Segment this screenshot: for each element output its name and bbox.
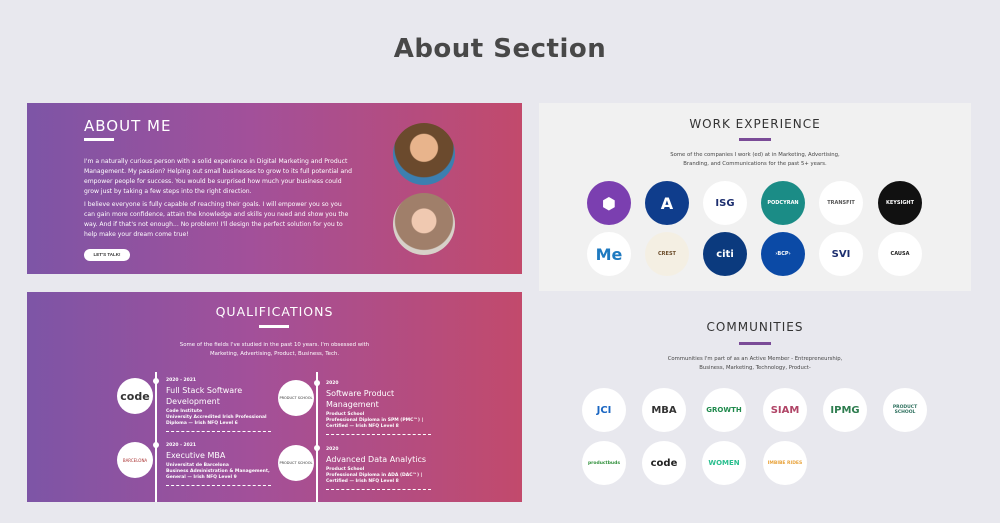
logo-text: ›BCP› [775, 251, 791, 257]
isg-logo: ISG [703, 181, 747, 225]
work-desc-line-1: Some of the companies I work (ed) at in … [670, 152, 840, 158]
timeline-line-left [155, 372, 157, 502]
qualification-detail: Certified — Irish NFQ Level 8 [326, 424, 399, 429]
logo-text: PRODUCT SCHOOL [892, 405, 918, 415]
about-heading: ABOUT ME [84, 117, 172, 135]
timeline-dot [314, 380, 320, 386]
logo-text: IPMG [830, 404, 860, 416]
logo-text: A [660, 193, 674, 213]
qualification-item: 2020 - 2021 Full Stack Software Developm… [166, 378, 286, 432]
logo-text: productbuds [587, 460, 621, 466]
profile-photo-2 [393, 193, 455, 255]
about-paragraph-1: I'm a naturally curious person with a so… [84, 158, 353, 195]
women-logo: WOMEN [702, 441, 746, 485]
logo-text: ⬢ [602, 193, 616, 213]
work-description: Some of the companies I work (ed) at in … [539, 151, 971, 169]
productbuds-logo: productbuds [582, 441, 626, 485]
qualification-detail: Certified — Irish NFQ Level 8 [326, 479, 399, 484]
about-underline [84, 138, 114, 141]
logo-text: TRANSFIT [827, 200, 855, 206]
code-institute-logo: code [117, 378, 153, 414]
qualification-title: Executive MBA [166, 451, 226, 460]
logo-text: SIAM [770, 404, 800, 416]
qual-desc-line-2: Marketing, Advertising, Product, Busines… [209, 351, 340, 357]
qualifications-underline [259, 325, 289, 328]
logo-text: ISG [715, 197, 735, 209]
about-me-section: ABOUT ME I'm a naturally curious person … [27, 103, 522, 274]
profile-photo-1 [393, 123, 455, 185]
work-desc-line-2: Branding, and Communications for the pas… [683, 161, 827, 167]
mba-logo: MBA [642, 388, 686, 432]
crest-logo: CREST [645, 232, 689, 276]
logo-text: CREST [658, 251, 676, 257]
qualifications-section: QUALIFICATIONS Some of the fields I've s… [27, 292, 522, 502]
qualification-item: 2020 Software Product Management Product… [326, 381, 446, 435]
podcasts-logo: PODCYRAN [761, 181, 805, 225]
page-title: About Section [393, 34, 607, 64]
timeline-dot [153, 378, 159, 384]
logo-text: WOMEN [708, 459, 740, 467]
qualification-detail: General — Irish NFQ Level 9 [166, 475, 237, 480]
communities-heading: COMMUNITIES [706, 320, 804, 334]
growth-logo: GROWTH [702, 388, 746, 432]
citi-logo: citi [703, 232, 747, 276]
qualifications-heading: QUALIFICATIONS [215, 304, 334, 319]
lets-talk-button[interactable]: LET'S TALK! [84, 249, 130, 261]
siam-logo: SIAM [763, 388, 807, 432]
causa-logo: CAUSA [878, 232, 922, 276]
logo-text: SVI [831, 248, 851, 260]
qual-desc-line-1: Some of the fields I've studied in the p… [179, 342, 370, 348]
qualification-detail: Diploma — Irish NFQ Level 6 [166, 421, 238, 426]
bcp-logo: ›BCP› [761, 232, 805, 276]
qualification-divider [166, 485, 271, 486]
logo-text: CAUSA [890, 251, 910, 257]
code-logo: code [642, 441, 686, 485]
qualification-divider [326, 489, 431, 490]
logo-text: KEYSIGHT [885, 200, 915, 206]
qualification-title: Full Stack Software Development [166, 386, 243, 406]
keysight-logo: KEYSIGHT [878, 181, 922, 225]
logo-text: code [650, 457, 678, 469]
communities-description: Communities I'm part of as an Active Mem… [539, 355, 971, 373]
qualification-years: 2020 - 2021 [166, 443, 197, 448]
transfit-logo: TRANSFIT [819, 181, 863, 225]
logo-text: MBA [651, 404, 677, 416]
barcelona-university-logo: BARCELONA [117, 442, 153, 478]
product-school-logo: PRODUCT SCHOOL [883, 388, 927, 432]
communities-underline [739, 342, 771, 345]
qualification-item: 2020 Advanced Data Analytics Product Sch… [326, 447, 446, 490]
hex-logo: ⬢ [587, 181, 631, 225]
qualification-years: 2020 [326, 447, 339, 452]
work-experience-section: WORK EXPERIENCE Some of the companies I … [539, 103, 971, 291]
logo-text: PODCYRAN [767, 200, 799, 206]
work-heading: WORK EXPERIENCE [689, 117, 821, 131]
qualifications-description: Some of the fields I've studied in the p… [27, 341, 522, 359]
timeline-dot [153, 442, 159, 448]
svi-logo: SVI [819, 232, 863, 276]
logo-text: GROWTH [706, 406, 742, 414]
communities-desc-line-1: Communities I'm part of as an Active Mem… [667, 356, 843, 362]
qualification-item: 2020 - 2021 Executive MBA Universitat de… [166, 443, 286, 486]
jci-logo: JCI [582, 388, 626, 432]
communities-desc-line-2: Business, Marketing, Technology, Product… [699, 365, 811, 371]
timeline-dot [314, 445, 320, 451]
ibusiness-logo: IMBIBE RIDES [763, 441, 807, 485]
qualification-title: Advanced Data Analytics [326, 455, 427, 464]
a-logo: A [645, 181, 689, 225]
about-paragraph-2: I believe everyone is fully capable of r… [84, 201, 349, 238]
logo-text: JCI [596, 404, 612, 416]
qualification-divider [326, 434, 431, 435]
communities-section: COMMUNITIES Communities I'm part of as a… [539, 305, 971, 505]
me-logo: Me [587, 232, 631, 276]
qualification-title: Software Product Management [326, 389, 395, 409]
qualification-years: 2020 [326, 381, 339, 386]
work-underline [739, 138, 771, 141]
qualification-years: 2020 - 2021 [166, 378, 197, 383]
timeline-line-right [316, 372, 318, 502]
logo-text: citi [716, 248, 734, 260]
ipmg-logo: IPMG [823, 388, 867, 432]
logo-text: Me [595, 244, 623, 264]
logo-text: IMBIBE RIDES [767, 460, 803, 466]
qualification-divider [166, 431, 271, 432]
